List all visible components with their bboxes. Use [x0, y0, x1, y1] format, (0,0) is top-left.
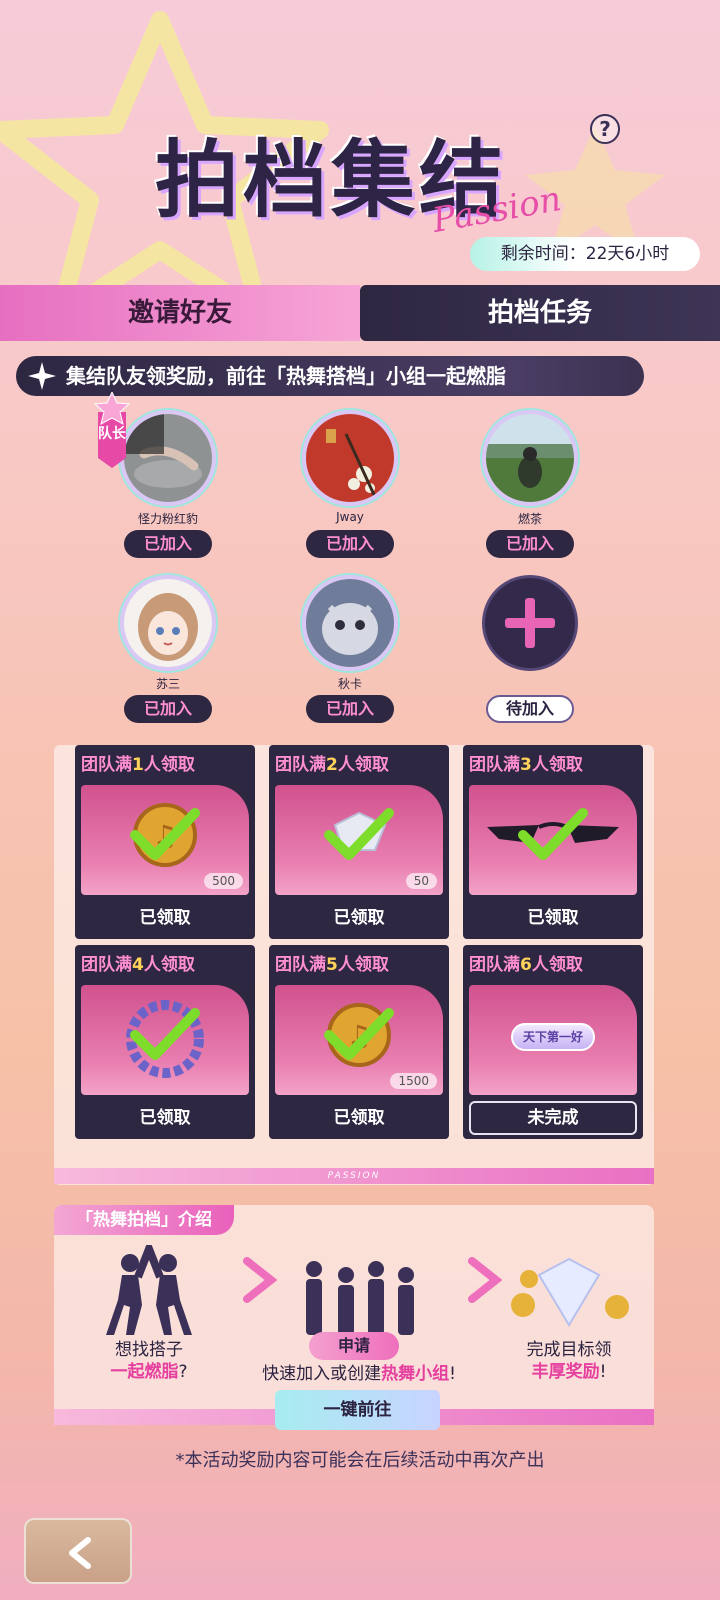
reward-quantity: 1500: [390, 1073, 437, 1089]
reward-card-4[interactable]: 团队满4人领取 已领取: [75, 945, 255, 1139]
reward-notice: *本活动奖励内容可能会在后续活动中再次产出: [175, 1450, 545, 1471]
member-name: 秋卡: [337, 677, 362, 691]
reward-quantity: 500: [204, 873, 243, 889]
reward-image: ♫ 500: [81, 785, 249, 895]
help-icon[interactable]: ?: [590, 114, 620, 144]
check-icon: [518, 808, 588, 860]
intro-highlight: 热舞小组: [381, 1364, 450, 1384]
member-slot-3[interactable]: 燃茶 已加入: [470, 410, 590, 560]
member-name: 苏三: [155, 677, 180, 691]
high-five-icon: [106, 1238, 192, 1335]
waiting-status: 待加入: [486, 695, 574, 723]
reward-image: ♫ 1500: [275, 985, 443, 1095]
chevron-left-icon: [69, 1537, 91, 1569]
member-name: 燃茶: [517, 512, 542, 526]
title-badge: 天下第一好: [511, 1023, 595, 1051]
member-slot-2[interactable]: Jway 已加入: [290, 410, 410, 560]
avatar[interactable]: [482, 410, 578, 506]
reward-card-1[interactable]: 团队满1人领取 ♫ 500 已领取: [75, 745, 255, 939]
intro-step-find: 想找搭子 一起燃脂?: [74, 1238, 224, 1415]
check-icon: [324, 808, 394, 860]
reward-image: 50: [275, 785, 443, 895]
joined-status: 已加入: [124, 695, 212, 723]
claim-status-button[interactable]: 已领取: [81, 1101, 249, 1135]
intro-tag: 「热舞拍档」介绍: [54, 1205, 234, 1235]
captain-badge: 队长: [93, 390, 131, 468]
joined-status: 已加入: [486, 530, 574, 558]
check-icon: [130, 808, 200, 860]
intro-highlight: 一起燃脂: [110, 1362, 179, 1382]
info-banner: 集结队友领奖励，前往「热舞搭档」小组一起燃脂: [16, 356, 644, 396]
avatar[interactable]: [120, 410, 216, 506]
member-slot-5[interactable]: 秋卡 已加入: [290, 575, 410, 725]
reward-quantity: 50: [405, 873, 437, 889]
reward-title: 团队满3人领取: [469, 755, 583, 775]
panel-footer: PASSION: [54, 1168, 654, 1184]
reward-image: [469, 785, 637, 895]
incomplete-status-button[interactable]: 未完成: [469, 1101, 637, 1135]
sparkle-icon: [28, 362, 56, 390]
diamond-coins-icon: [511, 1257, 629, 1327]
member-slot-empty[interactable]: 待加入: [470, 575, 590, 725]
go-now-button[interactable]: 一键前往: [275, 1390, 440, 1430]
joined-status: 已加入: [306, 530, 394, 558]
reward-image: [81, 985, 249, 1095]
banner-text: 集结队友领奖励，前往「热舞搭档」小组一起燃脂: [66, 364, 506, 388]
intro-text-join: 快速加入或创建: [262, 1364, 382, 1384]
intro-text-line1: 完成目标领: [526, 1340, 612, 1360]
reward-card-6[interactable]: 团队满6人领取 天下第一好 未完成: [463, 945, 643, 1139]
reward-title: 团队满2人领取: [275, 755, 389, 775]
reward-title: 团队满5人领取: [275, 955, 389, 975]
reward-card-2[interactable]: 团队满2人领取 50 已领取: [269, 745, 449, 939]
claim-status-button[interactable]: 已领取: [275, 1101, 443, 1135]
reward-card-5[interactable]: 团队满5人领取 ♫ 1500 已领取: [269, 945, 449, 1139]
reward-title: 团队满1人领取: [81, 755, 195, 775]
claim-status-button[interactable]: 已领取: [469, 901, 637, 935]
intro-step-reward: 完成目标领 丰厚奖励!: [494, 1245, 644, 1415]
apply-label: 申请: [309, 1332, 399, 1360]
reward-card-3[interactable]: 团队满3人领取 已领取: [463, 745, 643, 939]
joined-status: 已加入: [306, 695, 394, 723]
tab-invite-friends[interactable]: 邀请好友: [0, 285, 360, 341]
check-icon: [130, 1008, 200, 1060]
avatar[interactable]: [302, 410, 398, 506]
back-button[interactable]: [24, 1518, 132, 1584]
member-slot-4[interactable]: 苏三 已加入: [108, 575, 228, 725]
reward-title: 团队满4人领取: [81, 955, 195, 975]
avatar[interactable]: [120, 575, 216, 671]
intro-highlight: 丰厚奖励: [531, 1362, 600, 1382]
intro-panel: 「热舞拍档」介绍 想找搭子 一起燃脂? 快速加入或创建热舞小组! 完成目标领 丰…: [54, 1205, 654, 1415]
reward-title: 团队满6人领取: [469, 955, 583, 975]
tab-partner-tasks[interactable]: 拍档任务: [360, 285, 720, 341]
member-slot-1[interactable]: 队长 怪力粉红豹 已加入: [93, 390, 228, 560]
member-name: 怪力粉红豹: [137, 512, 198, 526]
member-name: Jway: [336, 510, 364, 524]
captain-label: 队长: [98, 426, 126, 442]
remaining-time: 剩余时间：22天6小时: [470, 237, 700, 271]
plus-icon: [505, 598, 555, 648]
add-member-button[interactable]: [482, 575, 578, 671]
reward-image: 天下第一好: [469, 985, 637, 1095]
claim-status-button[interactable]: 已领取: [275, 901, 443, 935]
claim-status-button[interactable]: 已领取: [81, 901, 249, 935]
joined-status: 已加入: [124, 530, 212, 558]
group-icon: [306, 1261, 414, 1335]
intro-text-line1: 想找搭子: [115, 1340, 183, 1360]
avatar[interactable]: [302, 575, 398, 671]
check-icon: [324, 1008, 394, 1060]
